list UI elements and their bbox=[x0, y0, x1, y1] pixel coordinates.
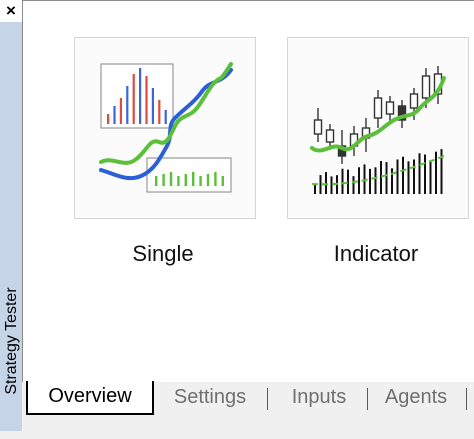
mode-single[interactable]: Single bbox=[45, 37, 281, 267]
mode-label-indicator: Indicator bbox=[333, 241, 419, 266]
single-test-chart-icon[interactable] bbox=[74, 37, 256, 219]
tab-overview[interactable]: Overview bbox=[26, 381, 154, 415]
mode-indicator[interactable]: Indicator bbox=[258, 37, 474, 267]
tab-separator bbox=[367, 388, 368, 410]
tab-agents[interactable]: Agents bbox=[374, 382, 458, 416]
strategy-tester-panel-strip: × Strategy Tester bbox=[0, 0, 23, 431]
tab-separator bbox=[267, 388, 268, 410]
tab-inputs[interactable]: Inputs bbox=[274, 382, 364, 416]
indicator-chart-icon[interactable] bbox=[287, 37, 469, 219]
tab-separator bbox=[466, 388, 467, 410]
overview-panel: Single Indicator bbox=[22, 0, 474, 384]
tab-bar: Overview Settings Inputs Agents bbox=[22, 381, 474, 431]
tab-settings[interactable]: Settings bbox=[160, 382, 260, 416]
panel-border bbox=[22, 0, 23, 382]
panel-title: Strategy Tester bbox=[3, 287, 20, 395]
mode-label-single: Single bbox=[132, 241, 194, 266]
close-icon[interactable]: × bbox=[0, 0, 22, 22]
